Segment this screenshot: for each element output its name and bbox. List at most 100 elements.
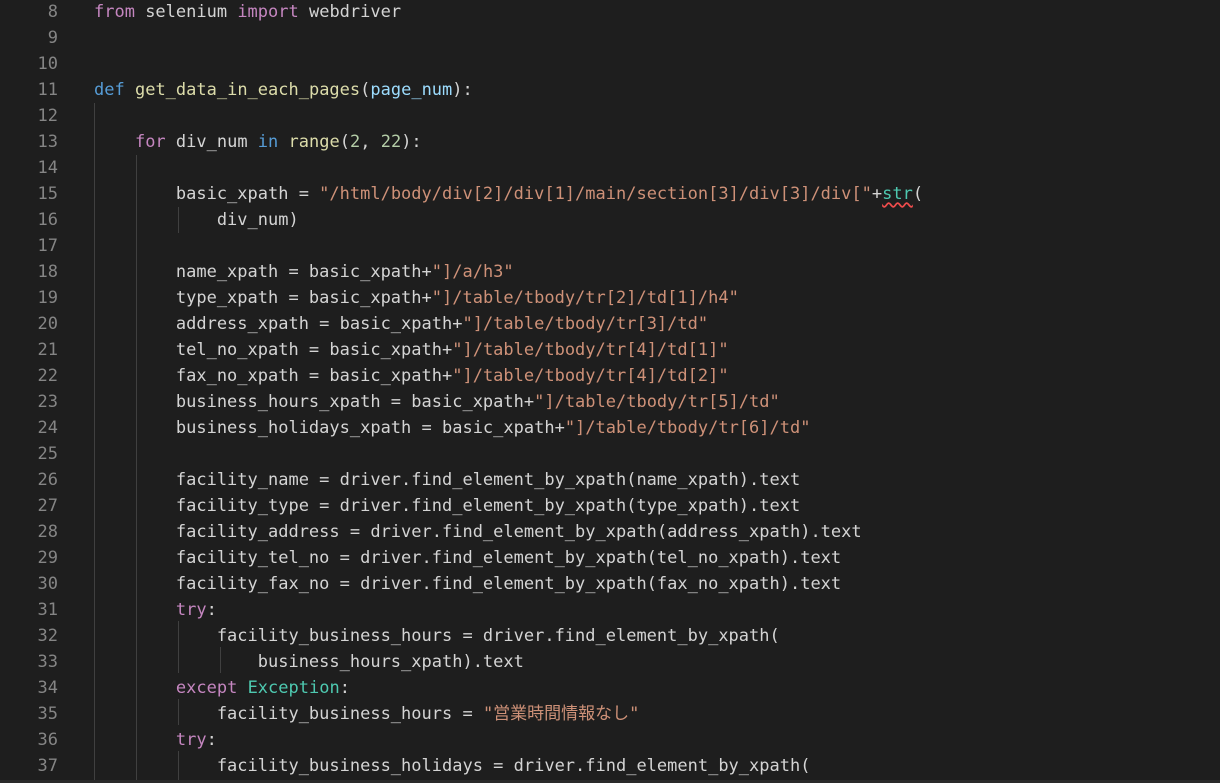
code-line[interactable]: 11 def get_data_in_each_pages(page_num): [0,77,1220,103]
code-text[interactable]: business_holidays_xpath = basic_xpath+"]… [94,415,811,441]
line-number: 27 [37,496,58,516]
code-text[interactable]: facility_business_holidays = driver.find… [94,753,811,779]
code-editor[interactable]: 8 from selenium import webdriver 9 10 11 def … [0,0,1220,783]
code-text[interactable]: basic_xpath = "/html/body/div[2]/div[1]/… [94,181,923,207]
code-text[interactable]: name_xpath = basic_xpath+"]/a/h3" [94,259,514,285]
code-line[interactable]: 32 facility_business_hours = driver.find… [0,623,1220,649]
code-line[interactable]: 8 from selenium import webdriver [0,0,1220,25]
code-text[interactable]: business_hours_xpath).text [94,649,524,675]
code-text[interactable]: address_xpath = basic_xpath+"]/table/tbo… [94,311,708,337]
code-line[interactable]: 16 div_num) [0,207,1220,233]
code-text[interactable]: facility_type = driver.find_element_by_x… [94,493,800,519]
code-token: try [175,600,207,620]
code-token: ( [339,132,350,152]
code-line[interactable]: 34 except Exception: [0,675,1220,701]
code-line[interactable]: 20 address_xpath = basic_xpath+"]/table/… [0,311,1220,337]
code-token: def [94,80,125,100]
code-text[interactable]: def get_data_in_each_pages(page_num): [94,77,473,103]
line-number: 33 [37,652,58,672]
code-token: "]/table/tbody/tr[6]/td" [564,418,811,438]
code-line[interactable]: 19 type_xpath = basic_xpath+"]/table/tbo… [0,285,1220,311]
code-text[interactable]: tel_no_xpath = basic_xpath+"]/table/tbod… [94,337,729,363]
code-token: tel_no_xpath = basic_xpath+ [94,340,453,360]
code-token: "]/table/tbody/tr[4]/td[1]" [452,340,729,360]
code-text[interactable]: facility_business_hours = "営業時間情報なし" [94,701,640,727]
code-token: business_hours_xpath = basic_xpath+ [94,392,535,412]
line-number: 20 [37,314,58,334]
code-text[interactable]: type_xpath = basic_xpath+"]/table/tbody/… [94,285,739,311]
line-number: 28 [37,522,58,542]
code-token: 22 [380,132,402,152]
code-line[interactable]: 18 name_xpath = basic_xpath+"]/a/h3" [0,259,1220,285]
code-line[interactable]: 17 [0,233,1220,259]
code-text[interactable]: div_num) [94,207,299,233]
code-line[interactable]: 33 business_hours_xpath).text [0,649,1220,675]
code-token: "]/table/tbody/tr[5]/td" [534,392,780,412]
code-text[interactable]: facility_name = driver.find_element_by_x… [94,467,800,493]
code-line[interactable]: 35 facility_business_hours = "営業時間情報なし" [0,701,1220,727]
line-number: 16 [37,210,58,230]
code-token: page_num [370,80,453,100]
line-number: 10 [37,54,58,74]
line-number: 25 [37,444,58,464]
code-line[interactable]: 22 fax_no_xpath = basic_xpath+"]/table/t… [0,363,1220,389]
line-number: 34 [37,678,58,698]
line-number: 17 [37,236,58,256]
line-number: 26 [37,470,58,490]
code-line[interactable]: 15 basic_xpath = "/html/body/div[2]/div[… [0,181,1220,207]
code-line[interactable]: 23 business_hours_xpath = basic_xpath+"]… [0,389,1220,415]
code-token: facility_address = driver.find_element_b… [94,522,862,542]
code-token: webdriver [298,2,402,22]
code-token: "]/table/tbody/tr[4]/td[2]" [452,366,729,386]
code-token: , [360,132,381,152]
code-line[interactable]: 27 facility_type = driver.find_element_b… [0,493,1220,519]
code-line[interactable]: 21 tel_no_xpath = basic_xpath+"]/table/t… [0,337,1220,363]
code-text[interactable]: try: [94,597,217,623]
code-token: facility_fax_no = driver.find_element_by… [94,574,842,594]
code-line[interactable]: 29 facility_tel_no = driver.find_element… [0,545,1220,571]
code-line[interactable]: 14 [0,155,1220,181]
code-token: "/html/body/div[2]/div[1]/main/section[3… [319,184,872,204]
code-token: facility_business_hours = driver.find_el… [94,626,780,646]
code-token: "]/table/tbody/tr[2]/td[1]/h4" [431,288,739,308]
code-line[interactable]: 28 facility_address = driver.find_elemen… [0,519,1220,545]
code-token: ): [452,80,473,100]
code-line[interactable]: 31 try: [0,597,1220,623]
code-text[interactable]: facility_fax_no = driver.find_element_by… [94,571,841,597]
code-token: from [94,2,135,22]
code-text[interactable]: for div_num in range(2, 22): [94,129,422,155]
code-token: + [871,184,883,204]
code-token: facility_type = driver.find_element_by_x… [94,496,801,516]
code-line[interactable]: 10 [0,51,1220,77]
code-line[interactable]: 25 [0,441,1220,467]
line-number: 30 [37,574,58,594]
code-token: ( [912,184,924,204]
code-line[interactable]: 36 try: [0,727,1220,753]
line-number: 9 [47,28,58,48]
code-token: str [882,184,913,204]
code-line[interactable]: 37 facility_business_holidays = driver.f… [0,753,1220,779]
code-text[interactable]: except Exception: [94,675,350,701]
code-text[interactable]: fax_no_xpath = basic_xpath+"]/table/tbod… [94,363,729,389]
code-token: get_data_in_each_pages [134,80,361,100]
code-line[interactable]: 30 facility_fax_no = driver.find_element… [0,571,1220,597]
code-text[interactable]: try: [94,727,217,753]
code-token: ): [401,132,422,152]
code-text[interactable]: business_hours_xpath = basic_xpath+"]/ta… [94,389,780,415]
code-line[interactable]: 24 business_holidays_xpath = basic_xpath… [0,415,1220,441]
code-token: div_num) [94,210,299,230]
code-line[interactable]: 26 facility_name = driver.find_element_b… [0,467,1220,493]
code-line[interactable]: 12 [0,103,1220,129]
code-text[interactable]: facility_business_hours = driver.find_el… [94,623,780,649]
code-line[interactable]: 13 for div_num in range(2, 22): [0,129,1220,155]
code-text[interactable]: from selenium import webdriver [94,0,401,25]
code-text[interactable]: facility_tel_no = driver.find_element_by… [94,545,841,571]
code-line[interactable]: 9 [0,25,1220,51]
code-token: address_xpath = basic_xpath+ [94,314,463,334]
code-text[interactable]: facility_address = driver.find_element_b… [94,519,862,545]
code-token: : [206,600,217,620]
